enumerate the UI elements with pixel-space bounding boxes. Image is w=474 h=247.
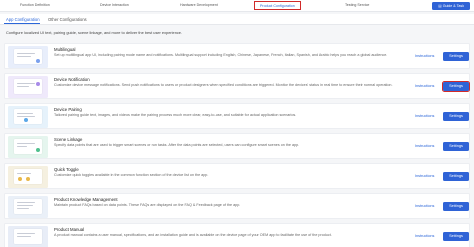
multilingual-illustration: [8, 46, 48, 68]
card-title: Product Manual: [54, 227, 85, 232]
step-testing-service[interactable]: Testing Service: [345, 3, 369, 7]
quick-toggle-illustration: [8, 166, 48, 188]
card-description: Specify data points that are used to tri…: [54, 142, 300, 147]
instructions-link[interactable]: Instructions: [415, 84, 434, 88]
instructions-link[interactable]: Instructions: [415, 174, 434, 178]
config-card-multilingual: Multilingual Set up multilingual app UI,…: [4, 43, 470, 69]
active-tab-indicator: [4, 23, 40, 25]
settings-button[interactable]: Settings: [443, 232, 469, 241]
card-title: Scene Linkage: [54, 137, 83, 142]
card-title: Device Pairing: [54, 107, 82, 112]
card-description: Set up multilingual app UI, including pa…: [54, 52, 388, 57]
instructions-link[interactable]: Instructions: [415, 144, 434, 148]
step-device-interaction[interactable]: Device Interaction: [100, 3, 129, 7]
config-card-device-pairing: Device Pairing Tailored pairing guide te…: [4, 103, 470, 129]
config-card-quick-toggle: Quick Toggle Customize quick toggles ava…: [4, 163, 470, 189]
settings-button[interactable]: Settings: [443, 172, 469, 181]
step-function-definition[interactable]: Function Definition: [20, 3, 50, 7]
card-description: Customize device message notifications. …: [54, 82, 393, 87]
intro-text: Configure localized UI text, pairing gui…: [6, 30, 183, 35]
config-tabs: App Configuration Other Configurations: [0, 14, 474, 25]
tab-other-configurations[interactable]: Other Configurations: [48, 17, 87, 22]
product-manual-illustration: [8, 226, 48, 247]
instructions-link[interactable]: Instructions: [415, 114, 434, 118]
card-description: A product manual contains a user manual,…: [54, 232, 332, 237]
step-navigation: Function Definition Device Interaction H…: [0, 0, 474, 12]
step-product-configuration[interactable]: Product Configuration: [254, 1, 301, 10]
settings-button[interactable]: Settings: [441, 80, 471, 93]
instructions-link[interactable]: Instructions: [415, 204, 434, 208]
settings-button[interactable]: Settings: [443, 202, 469, 211]
card-title: Product Knowledge Management: [54, 197, 118, 202]
settings-button[interactable]: Settings: [443, 142, 469, 151]
scene-linkage-illustration: [8, 136, 48, 158]
card-title: Multilingual: [54, 47, 76, 52]
card-title: Device Notification: [54, 77, 90, 82]
device-notification-illustration: [8, 76, 48, 98]
guide-task-button[interactable]: ▤ Guide & Task: [432, 2, 470, 10]
config-card-device-notification: Device Notification Customize device mes…: [4, 73, 471, 99]
card-description: Customize quick toggles available in the…: [54, 172, 209, 177]
settings-button[interactable]: Settings: [443, 52, 469, 61]
tab-app-configuration[interactable]: App Configuration: [6, 17, 40, 22]
product-knowledge-illustration: [8, 196, 48, 218]
settings-button[interactable]: Settings: [443, 112, 469, 121]
card-description: Maintain product FAQs based on data poin…: [54, 202, 241, 207]
instructions-link[interactable]: Instructions: [415, 54, 434, 58]
card-description: Tailored pairing guide text, images, and…: [54, 112, 297, 117]
config-card-product-knowledge-management: Product Knowledge Management Maintain pr…: [4, 193, 470, 219]
config-card-scene-linkage: Scene Linkage Specify data points that a…: [4, 133, 470, 159]
card-title: Quick Toggle: [54, 167, 79, 172]
device-pairing-illustration: [8, 106, 48, 128]
config-card-product-manual: Product Manual A product manual contains…: [4, 223, 470, 247]
instructions-link[interactable]: Instructions: [415, 234, 434, 238]
step-hardware-development[interactable]: Hardware Development: [180, 3, 218, 7]
